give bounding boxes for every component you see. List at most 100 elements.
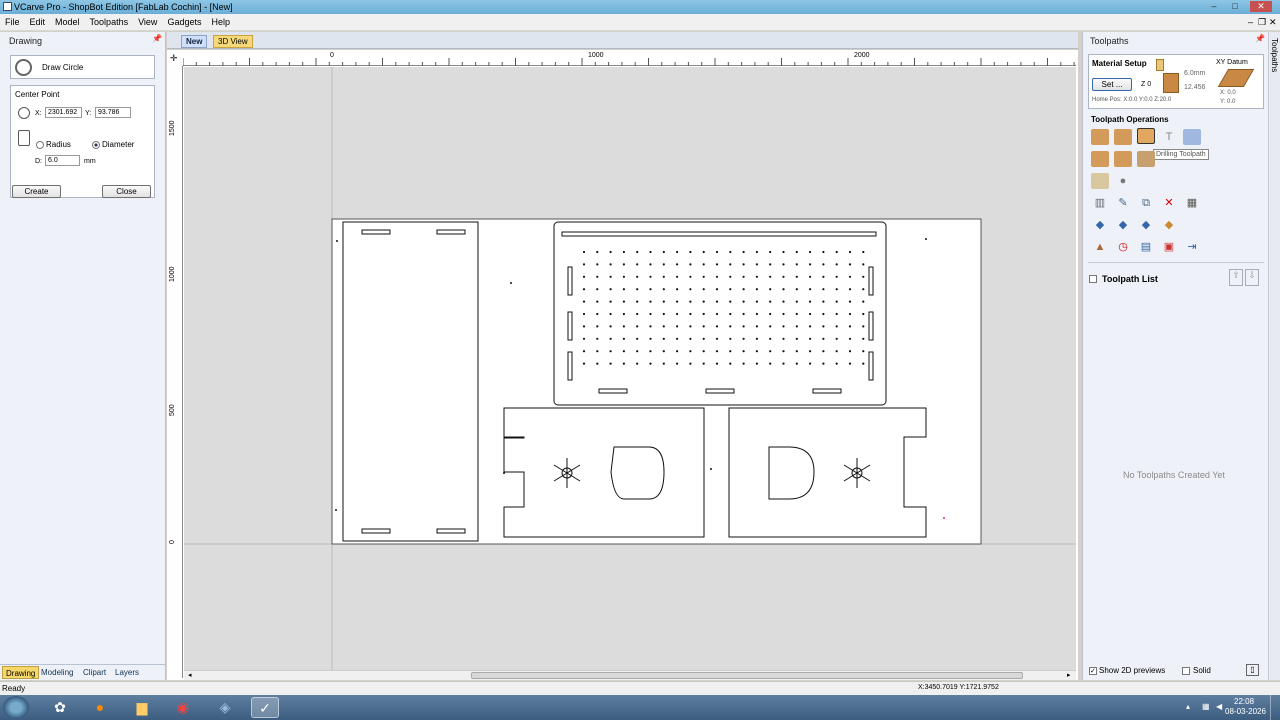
close-button[interactable]: Close	[102, 185, 151, 198]
h-scrollbar[interactable]: ◂ ▸	[184, 670, 1076, 680]
minimize-button[interactable]: –	[1208, 1, 1220, 12]
status-text: Ready	[2, 684, 26, 693]
clock-date[interactable]: 08-03-2026	[1225, 707, 1266, 716]
diameter-input[interactable]: 6.0	[45, 155, 80, 166]
close-window-button[interactable]: ✕	[1250, 1, 1272, 12]
menu-view[interactable]: View	[133, 14, 162, 31]
tab-new[interactable]: New	[181, 35, 208, 48]
drill-point	[729, 362, 732, 365]
create-button[interactable]: Create	[12, 185, 61, 198]
drill-point	[755, 288, 759, 291]
drill-point	[689, 325, 692, 328]
mdi-restore-icon[interactable]: ❐	[1258, 17, 1266, 28]
template-icon[interactable]: ◆	[1137, 217, 1155, 233]
drill-point	[582, 350, 586, 353]
vcarve-taskbar-icon[interactable]: ✓	[251, 697, 279, 718]
mdi-minimize-icon[interactable]: –	[1248, 17, 1253, 27]
xy-datum-icon[interactable]	[1217, 69, 1255, 87]
drill-point	[742, 362, 745, 365]
menu-gadgets[interactable]: Gadgets	[162, 14, 206, 31]
design-svg[interactable]	[184, 67, 1076, 670]
drawing-canvas[interactable]: 0 1000 2000 1500 1000 500 0 ✛ ◂ ▸	[167, 50, 1078, 680]
drill-point	[609, 325, 612, 328]
preview-toolpath-icon[interactable]: ▲	[1091, 239, 1109, 255]
maximize-button[interactable]: □	[1229, 1, 1241, 12]
material-rect	[331, 218, 982, 545]
3d-finish-icon[interactable]: ●	[1114, 173, 1132, 189]
fluting-icon[interactable]	[1137, 151, 1155, 167]
pocket-toolpath-icon[interactable]	[1114, 129, 1132, 145]
clock-time[interactable]: 22:08	[1234, 697, 1254, 706]
tab-modeling[interactable]: Modeling	[38, 666, 76, 679]
menu-model[interactable]: Model	[50, 14, 85, 31]
tool-database-icon[interactable]: ▥	[1091, 195, 1109, 211]
set-button[interactable]: Set ...	[1092, 78, 1132, 91]
show-desktop-button[interactable]	[1270, 695, 1280, 720]
file-explorer-icon[interactable]: ▆	[128, 697, 156, 718]
drill-point	[676, 350, 679, 353]
menu-file[interactable]: File	[0, 14, 25, 31]
move-down-icon[interactable]: ⇩	[1245, 269, 1259, 286]
drill-point	[636, 275, 639, 278]
tab-clipart[interactable]: Clipart	[80, 666, 109, 679]
copy-toolpath-icon[interactable]: ⧉	[1137, 195, 1155, 211]
drill-point	[862, 362, 865, 365]
radius-radio[interactable]	[36, 141, 44, 149]
3d-rough-icon[interactable]	[1091, 173, 1109, 189]
save-toolpath-icon[interactable]: ▣	[1160, 239, 1178, 255]
drill-point	[662, 263, 665, 266]
texture-toolpath-icon[interactable]	[1114, 151, 1132, 167]
menu-help[interactable]: Help	[206, 14, 235, 31]
time-estimate-icon[interactable]: ◷	[1114, 239, 1132, 255]
delete-toolpath-icon[interactable]: ✕	[1160, 195, 1178, 211]
job-sheet-icon[interactable]: ▤	[1137, 239, 1155, 255]
summary-icon[interactable]: ◆	[1160, 217, 1178, 233]
inlay-toolpath-icon[interactable]	[1183, 129, 1201, 145]
move-up-icon[interactable]: ⇧	[1229, 269, 1243, 286]
edit-toolpath-icon[interactable]: ✎	[1114, 195, 1132, 211]
profile-toolpath-icon[interactable]	[1091, 129, 1109, 145]
menu-edit[interactable]: Edit	[25, 14, 51, 31]
tab-3d-view[interactable]: 3D View	[213, 35, 253, 48]
mdi-close-icon[interactable]: ✕	[1269, 17, 1277, 28]
merge-toolpath-icon[interactable]: ◆	[1114, 217, 1132, 233]
x-input[interactable]: 2301.692	[45, 107, 82, 118]
tray-network-icon[interactable]: ▦	[1202, 702, 1210, 711]
solid-checkbox[interactable]	[1182, 667, 1190, 675]
drill-point	[755, 263, 759, 266]
scroll-left-icon[interactable]: ◂	[188, 671, 192, 679]
drill-point	[649, 325, 652, 328]
menu-toolpaths[interactable]: Toolpaths	[85, 14, 134, 31]
drill-point	[609, 275, 612, 278]
calculator-icon[interactable]: ▦	[1183, 195, 1201, 211]
start-button[interactable]	[3, 696, 29, 719]
drill-point	[715, 300, 719, 303]
drill-point	[702, 300, 705, 303]
toolpath-list-checkbox[interactable]	[1089, 275, 1097, 283]
side-tab-toolpaths[interactable]: Toolpaths	[1270, 38, 1279, 72]
preview-settings-icon[interactable]: ▯	[1246, 664, 1259, 676]
h-scroll-thumb[interactable]	[471, 672, 1023, 679]
chrome-icon[interactable]: ◉	[169, 697, 197, 718]
drill-point	[596, 312, 599, 316]
scroll-right-icon[interactable]: ▸	[1067, 671, 1071, 679]
tab-layers[interactable]: Layers	[112, 666, 142, 679]
taskbar-app-icon[interactable]: ✿	[46, 697, 74, 718]
send-to-machine-icon[interactable]: ⇥	[1183, 239, 1201, 255]
workspace[interactable]	[184, 67, 1076, 670]
ruler-origin-icon[interactable]: ✛	[170, 53, 178, 64]
tray-volume-icon[interactable]: ◀	[1216, 702, 1222, 711]
vcarve-icon[interactable]	[1091, 151, 1109, 167]
diameter-radio[interactable]	[92, 141, 100, 149]
drilling-toolpath-icon[interactable]	[1137, 128, 1155, 144]
pin-icon-right[interactable]: 📌	[1255, 34, 1265, 43]
pin-icon[interactable]: 📌	[152, 34, 162, 43]
tray-arrow-icon[interactable]: ▴	[1186, 702, 1190, 711]
tab-drawing[interactable]: Drawing	[2, 666, 40, 679]
vectric-icon[interactable]: ◈	[211, 697, 239, 718]
y-input[interactable]: 93.786	[95, 107, 131, 118]
firefox-icon[interactable]: ●	[86, 697, 114, 718]
recalculate-icon[interactable]: ◆	[1091, 217, 1109, 233]
quick-engrave-icon[interactable]: T	[1160, 129, 1178, 145]
show-previews-checkbox[interactable]: ✓	[1089, 667, 1097, 675]
